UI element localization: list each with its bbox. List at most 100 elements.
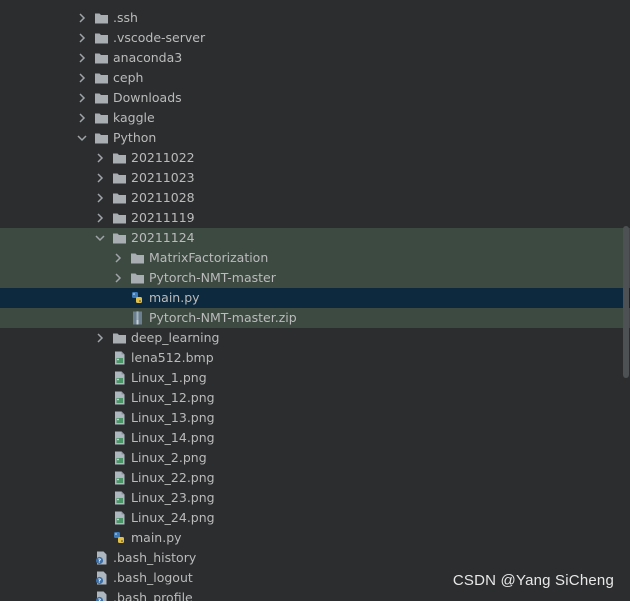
chevron-right-icon[interactable] xyxy=(76,68,88,88)
chevron-down-icon[interactable] xyxy=(94,228,106,248)
tree-item-label: 20211028 xyxy=(131,190,195,205)
tree-item-label: 20211124 xyxy=(131,230,195,245)
tree-row[interactable]: Pytorch-NMT-master.zip xyxy=(0,308,630,328)
chevron-right-icon[interactable] xyxy=(76,88,88,108)
chevron-right-icon[interactable] xyxy=(94,168,106,188)
watermark: CSDN @Yang SiCheng xyxy=(452,572,614,589)
image-file-icon xyxy=(112,471,127,485)
project-file-tree: .ssh .vscode-server anaconda3 ceph Downloads… xyxy=(0,8,630,601)
tree-row[interactable]: kaggle xyxy=(0,108,630,128)
zip-archive-icon xyxy=(130,311,145,325)
tree-row[interactable]: lena512.bmp xyxy=(0,348,630,368)
folder-icon xyxy=(94,111,109,125)
image-file-icon xyxy=(112,351,127,365)
tree-item-label: .bash_logout xyxy=(113,570,193,585)
tree-row[interactable]: ? .bash_history xyxy=(0,548,630,568)
image-file-icon xyxy=(112,411,127,425)
tree-row[interactable]: main.py xyxy=(0,288,630,308)
chevron-right-icon[interactable] xyxy=(112,248,124,268)
tree-row[interactable]: 20211023 xyxy=(0,168,630,188)
vertical-scrollbar[interactable] xyxy=(623,226,629,378)
chevron-down-icon[interactable] xyxy=(76,128,88,148)
tree-row[interactable]: anaconda3 xyxy=(0,48,630,68)
tree-row[interactable]: Linux_23.png xyxy=(0,488,630,508)
tree-item-label: Linux_22.png xyxy=(131,470,215,485)
tree-item-label: Linux_14.png xyxy=(131,430,215,445)
image-file-icon xyxy=(112,391,127,405)
chevron-right-icon[interactable] xyxy=(76,48,88,68)
tree-row[interactable]: Linux_22.png xyxy=(0,468,630,488)
tree-row[interactable]: MatrixFactorization xyxy=(0,248,630,268)
folder-icon xyxy=(112,211,127,225)
tree-row[interactable]: Linux_14.png xyxy=(0,428,630,448)
tree-item-label: lena512.bmp xyxy=(131,350,214,365)
chevron-right-icon[interactable] xyxy=(94,188,106,208)
tree-item-label: .ssh xyxy=(113,10,138,25)
folder-icon xyxy=(94,131,109,145)
chevron-right-icon[interactable] xyxy=(112,268,124,288)
tree-row[interactable]: .vscode-server xyxy=(0,28,630,48)
folder-icon xyxy=(94,11,109,25)
tree-row[interactable]: Python xyxy=(0,128,630,148)
tree-row[interactable]: Linux_1.png xyxy=(0,368,630,388)
folder-icon xyxy=(130,271,145,285)
unknown-file-icon: ? xyxy=(94,571,109,585)
unknown-file-icon: ? xyxy=(94,551,109,565)
python-file-icon xyxy=(130,291,145,305)
folder-icon xyxy=(94,91,109,105)
tree-row[interactable]: main.py xyxy=(0,528,630,548)
tree-row[interactable]: .ssh xyxy=(0,8,630,28)
tree-item-label: ceph xyxy=(113,70,144,85)
tree-item-label: anaconda3 xyxy=(113,50,183,65)
tree-row[interactable]: Linux_12.png xyxy=(0,388,630,408)
image-file-icon xyxy=(112,431,127,445)
tree-row[interactable]: ceph xyxy=(0,68,630,88)
tree-row[interactable]: Downloads xyxy=(0,88,630,108)
svg-text:?: ? xyxy=(98,558,101,564)
folder-icon xyxy=(112,191,127,205)
tree-row[interactable]: 20211022 xyxy=(0,148,630,168)
tree-item-label: Linux_23.png xyxy=(131,490,215,505)
tree-row[interactable]: 20211028 xyxy=(0,188,630,208)
tree-row[interactable]: Pytorch-NMT-master xyxy=(0,268,630,288)
tree-row[interactable]: Linux_13.png xyxy=(0,408,630,428)
folder-icon xyxy=(94,31,109,45)
tree-item-label: Pytorch-NMT-master.zip xyxy=(149,310,297,325)
tree-item-label: Linux_24.png xyxy=(131,510,215,525)
tree-item-label: main.py xyxy=(131,530,182,545)
tree-item-label: deep_learning xyxy=(131,330,220,345)
tree-item-label: Python xyxy=(113,130,157,145)
tree-item-label: 20211119 xyxy=(131,210,195,225)
tree-item-label: .bash_profile xyxy=(113,590,193,601)
tree-item-label: Linux_1.png xyxy=(131,370,207,385)
chevron-right-icon[interactable] xyxy=(94,148,106,168)
tree-row[interactable]: deep_learning xyxy=(0,328,630,348)
chevron-right-icon[interactable] xyxy=(94,328,106,348)
tree-row[interactable]: Linux_2.png xyxy=(0,448,630,468)
folder-icon xyxy=(112,331,127,345)
tree-item-label: kaggle xyxy=(113,110,155,125)
tree-item-label: 20211023 xyxy=(131,170,195,185)
tree-item-label: Linux_12.png xyxy=(131,390,215,405)
image-file-icon xyxy=(112,371,127,385)
unknown-file-icon: ? xyxy=(94,591,109,601)
chevron-right-icon[interactable] xyxy=(76,28,88,48)
folder-icon xyxy=(94,71,109,85)
tree-row[interactable]: 20211124 xyxy=(0,228,630,248)
tree-item-label: Linux_13.png xyxy=(131,410,215,425)
tree-row[interactable]: 20211119 xyxy=(0,208,630,228)
tree-item-label: Downloads xyxy=(113,90,182,105)
tree-row[interactable]: ? .bash_profile xyxy=(0,588,630,601)
chevron-right-icon[interactable] xyxy=(94,208,106,228)
tree-item-label: 20211022 xyxy=(131,150,195,165)
tree-item-label: MatrixFactorization xyxy=(149,250,269,265)
tree-item-label: Pytorch-NMT-master xyxy=(149,270,276,285)
image-file-icon xyxy=(112,451,127,465)
tree-row[interactable]: Linux_24.png xyxy=(0,508,630,528)
tree-item-label: .bash_history xyxy=(113,550,197,565)
chevron-right-icon[interactable] xyxy=(76,8,88,28)
chevron-right-icon[interactable] xyxy=(76,108,88,128)
image-file-icon xyxy=(112,491,127,505)
folder-icon xyxy=(112,151,127,165)
image-file-icon xyxy=(112,511,127,525)
